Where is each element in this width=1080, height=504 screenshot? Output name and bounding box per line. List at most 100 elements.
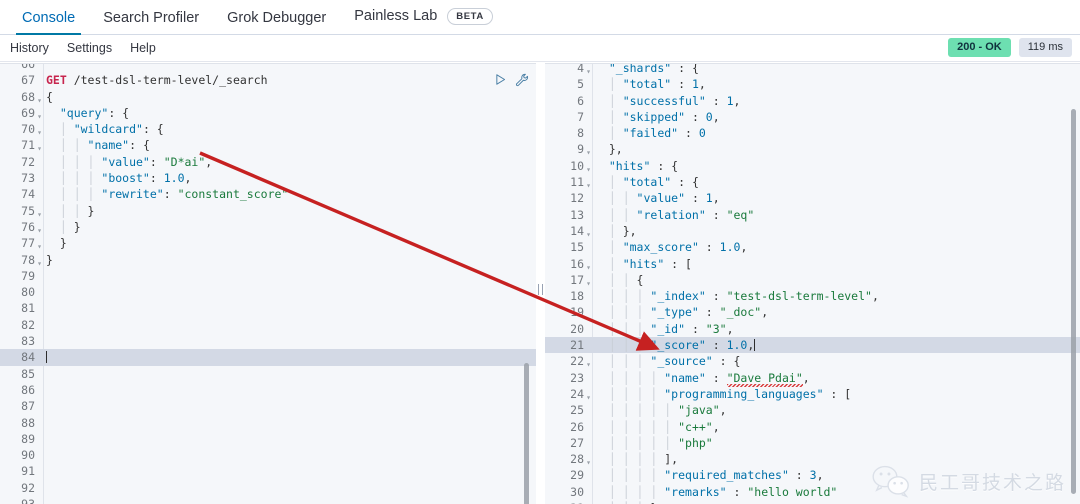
code-token: , <box>720 403 727 417</box>
text-caret <box>754 339 755 351</box>
pane-resize-handle[interactable] <box>536 63 545 504</box>
code-line: 83 <box>0 333 536 349</box>
code-token: : { <box>671 175 699 189</box>
response-editor-pane[interactable]: 4▾ "_shards" : {5 │ "total" : 1,6 │ "suc… <box>545 63 1080 504</box>
line-number: 85 <box>0 366 44 382</box>
code-text: "hits" : { <box>593 158 1080 174</box>
request-editor-code[interactable]: 6667GET /test-dsl-term-level/_search68▾{… <box>0 63 536 504</box>
code-line: 72 │ │ │ "value": "D*ai", <box>0 154 536 170</box>
code-line: 28▾ │ │ │ │ ], <box>545 451 1080 467</box>
code-token: GET <box>46 73 67 87</box>
tab-search-profiler[interactable]: Search Profiler <box>89 11 213 35</box>
play-icon[interactable] <box>494 73 507 86</box>
request-editor-scrollbar[interactable] <box>524 363 529 504</box>
code-token: : <box>164 187 178 201</box>
code-line: 69▾ "query": { <box>0 105 536 121</box>
code-token: │ <box>595 240 623 254</box>
code-token: 1.0 <box>727 338 748 352</box>
code-text: │ "failed" : 0 <box>593 125 1080 141</box>
code-token: "name" <box>664 371 706 385</box>
code-text <box>44 496 536 504</box>
response-editor-scrollbar[interactable] <box>1071 109 1076 494</box>
code-line: 26 │ │ │ │ │ "c++", <box>545 419 1080 435</box>
menu-help[interactable]: Help <box>130 41 156 55</box>
wrench-icon[interactable] <box>515 73 529 87</box>
code-token: "constant_score" <box>178 187 289 201</box>
code-token: : <box>706 338 727 352</box>
line-number: 77▾ <box>0 235 44 251</box>
line-number: 93 <box>0 496 44 504</box>
code-token <box>595 159 609 173</box>
code-token: "test-dsl-term-level" <box>727 289 872 303</box>
request-editor-pane[interactable]: 6667GET /test-dsl-term-level/_search68▾{… <box>0 63 536 504</box>
code-token: "name" <box>88 138 130 152</box>
code-text <box>44 284 536 300</box>
line-number: 27 <box>545 435 593 451</box>
code-token: │ │ │ <box>595 354 650 368</box>
code-text: │ "successful" : 1, <box>593 93 1080 109</box>
code-token: "relation" <box>637 208 706 222</box>
code-text: │ │ "relation" : "eq" <box>593 207 1080 223</box>
code-token: "rewrite" <box>101 187 163 201</box>
code-text <box>44 447 536 463</box>
code-text: │ │ │ │ "required_matches" : 3, <box>593 467 1080 483</box>
code-token: , <box>740 240 747 254</box>
code-token: "skipped" <box>623 110 685 124</box>
code-token: : <box>685 322 706 336</box>
line-number: 17▾ <box>545 272 593 288</box>
line-number: 23 <box>545 370 593 386</box>
code-token: "_id" <box>650 322 685 336</box>
code-token: } <box>60 236 67 250</box>
code-token <box>595 63 609 75</box>
code-token: "required_matches" <box>664 468 789 482</box>
code-token: │ <box>595 175 623 189</box>
code-text: │ │ │ │ │ "java", <box>593 402 1080 418</box>
code-token: │ │ <box>595 208 637 222</box>
code-token: "wildcard" <box>74 122 143 136</box>
code-token: , <box>185 171 192 185</box>
code-text <box>44 349 536 365</box>
code-text: │ │ "name": { <box>44 137 536 153</box>
code-token: │ │ <box>595 191 637 205</box>
line-number: 4▾ <box>545 63 593 76</box>
code-line: 5 │ "total" : 1, <box>545 76 1080 92</box>
code-text: │ │ │ "_id" : "3", <box>593 321 1080 337</box>
code-line: 30 │ │ │ │ "remarks" : "hello world" <box>545 484 1080 500</box>
code-token: "hits" <box>623 257 665 271</box>
line-number: 26 <box>545 419 593 435</box>
code-text: } <box>44 235 536 251</box>
editor-action-icons <box>494 73 529 87</box>
code-token: { <box>46 90 53 104</box>
menu-history[interactable]: History <box>10 41 49 55</box>
response-editor-code[interactable]: 4▾ "_shards" : {5 │ "total" : 1,6 │ "suc… <box>545 63 1080 504</box>
code-text: │ │ │ "rewrite": "constant_score" <box>44 186 536 202</box>
line-number: 87 <box>0 398 44 414</box>
code-text: │ │ │ │ "name" : "Dave Pdai", <box>593 370 1080 386</box>
line-number: 25 <box>545 402 593 418</box>
tab-grok-debugger[interactable]: Grok Debugger <box>213 11 340 35</box>
code-text <box>44 300 536 316</box>
menu-settings[interactable]: Settings <box>67 41 112 55</box>
code-token: : { <box>713 354 741 368</box>
line-number: 74 <box>0 186 44 202</box>
code-token: , <box>817 468 824 482</box>
code-line: 23 │ │ │ │ "name" : "Dave Pdai", <box>545 370 1080 386</box>
code-token: │ <box>595 257 623 271</box>
code-token: │ │ <box>595 273 637 287</box>
tab-console[interactable]: Console <box>8 11 89 35</box>
code-token: , <box>727 322 734 336</box>
line-number: 9▾ <box>545 141 593 157</box>
code-token: "max_score" <box>623 240 699 254</box>
tab-painless-lab[interactable]: Painless LabBETA <box>340 8 507 34</box>
code-token: : <box>150 155 164 169</box>
code-line: 16▾ │ "hits" : [ <box>545 256 1080 272</box>
code-line: 66 <box>0 63 536 72</box>
code-token: │ │ │ <box>46 171 101 185</box>
code-token: │ │ │ <box>595 338 650 352</box>
code-token: "total" <box>623 175 671 189</box>
line-number: 5 <box>545 76 593 92</box>
line-number: 89 <box>0 431 44 447</box>
code-text <box>44 366 536 382</box>
code-line: 67GET /test-dsl-term-level/_search <box>0 72 536 88</box>
code-token: │ │ │ │ │ <box>595 420 678 434</box>
